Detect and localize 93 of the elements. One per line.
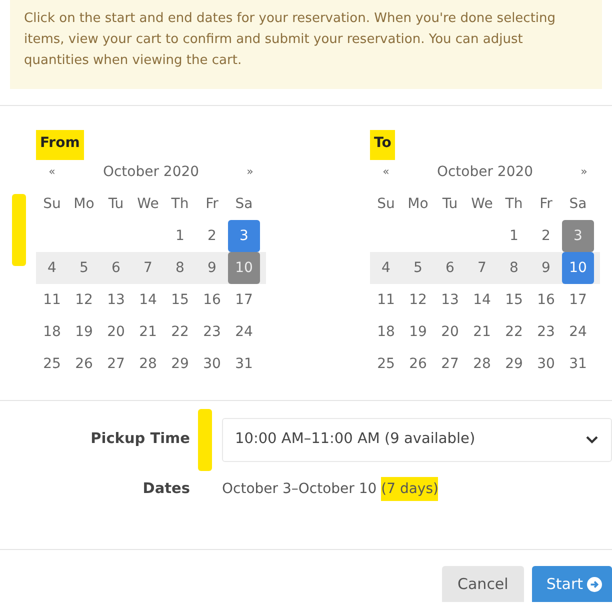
weekday-label: Tu	[441, 194, 459, 214]
calendar-day[interactable]: 1	[164, 220, 196, 252]
calendar-day[interactable]: 27	[434, 348, 466, 380]
calendar-day[interactable]: 6	[100, 252, 132, 284]
calendar-day[interactable]: 17	[228, 284, 260, 316]
chevron-down-icon	[585, 435, 599, 445]
weekday-label: Tu	[107, 194, 125, 214]
calendar-day[interactable]: 18	[370, 316, 402, 348]
weekday-label: Fr	[538, 194, 554, 214]
calendar-label: To	[370, 130, 396, 160]
calendar-day[interactable]: 13	[434, 284, 466, 316]
calendar-day[interactable]: 9	[196, 252, 228, 284]
calendar-day[interactable]: 8	[498, 252, 530, 284]
weekday-label: Sa	[568, 194, 588, 214]
calendar-day[interactable]: 17	[562, 284, 594, 316]
notice-text: Click on the start and end dates for your reservation. When you're done selecting items, view your cart to confirm and submit your reservation. You can adjust quantities when viewing the cart.	[10, 0, 602, 89]
weekday-label: We	[470, 194, 494, 214]
calendar-day[interactable]: 14	[132, 284, 164, 316]
calendar-day[interactable]: 30	[196, 348, 228, 380]
dates-value: October 3–October 10 (7 days)	[222, 479, 438, 500]
next-month-link[interactable]: »	[234, 156, 266, 188]
calendar-label: From	[36, 130, 84, 160]
calendar-day[interactable]: 1	[498, 220, 530, 252]
calendar-day[interactable]: 25	[36, 348, 68, 380]
calendar-day[interactable]: 7	[132, 252, 164, 284]
calendar-day[interactable]: 11	[36, 284, 68, 316]
calendar-day[interactable]: 28	[466, 348, 498, 380]
pickup-time-select[interactable]: 10:00 AM–11:00 AM (9 available)	[222, 418, 612, 462]
calendar-day[interactable]: 21	[132, 316, 164, 348]
weekday-label: Su	[42, 194, 62, 214]
calendar-day[interactable]: 21	[466, 316, 498, 348]
cancel-button[interactable]: Cancel	[442, 566, 524, 602]
field-label: Dates	[142, 480, 190, 499]
calendar-day[interactable]: 2	[196, 220, 228, 252]
calendar-day[interactable]: 15	[498, 284, 530, 316]
calendar-day[interactable]: 4	[36, 252, 68, 284]
calendar-day[interactable]: 23	[196, 316, 228, 348]
calendar-day[interactable]: 12	[402, 284, 434, 316]
calendar-day[interactable]: 19	[402, 316, 434, 348]
calendar-day[interactable]: 18	[36, 316, 68, 348]
weekday-label: Th	[170, 194, 190, 214]
calendar-day[interactable]: 4	[370, 252, 402, 284]
weekday-label: Fr	[204, 194, 220, 214]
weekday-label: Mo	[406, 194, 430, 214]
calendar-day[interactable]: 2	[530, 220, 562, 252]
calendar-day[interactable]: 5	[402, 252, 434, 284]
arrow-circle-icon	[587, 576, 602, 592]
calendar-day[interactable]: 19	[68, 316, 100, 348]
calendar-day[interactable]: 15	[164, 284, 196, 316]
weekday-label: Sa	[234, 194, 254, 214]
calendar-day[interactable]: 26	[68, 348, 100, 380]
weekday-label: Th	[504, 194, 524, 214]
calendar-day[interactable]: 10	[228, 252, 260, 284]
calendar-day[interactable]: 28	[132, 348, 164, 380]
weekday-label: Mo	[72, 194, 96, 214]
calendar-day[interactable]: 8	[164, 252, 196, 284]
calendar-day[interactable]: 24	[228, 316, 260, 348]
highlighter-stroke	[12, 194, 26, 266]
calendar-day[interactable]: 13	[100, 284, 132, 316]
field-label: Pickup Time	[90, 430, 190, 450]
calendar-day[interactable]: 9	[530, 252, 562, 284]
calendar-day[interactable]: 11	[370, 284, 402, 316]
weekday-label: We	[136, 194, 160, 214]
calendar-day[interactable]: 3	[228, 220, 260, 252]
calendar-day[interactable]: 31	[228, 348, 260, 380]
calendar-day[interactable]: 29	[498, 348, 530, 380]
calendar-day[interactable]: 23	[530, 316, 562, 348]
calendar-day[interactable]: 26	[402, 348, 434, 380]
calendar-day[interactable]: 12	[68, 284, 100, 316]
calendar-day[interactable]: 20	[434, 316, 466, 348]
calendar-day[interactable]: 10	[562, 252, 594, 284]
calendar-day[interactable]: 20	[100, 316, 132, 348]
calendar-day[interactable]: 22	[164, 316, 196, 348]
calendar-day[interactable]: 5	[68, 252, 100, 284]
calendar-day[interactable]: 16	[530, 284, 562, 316]
highlighter-stroke	[198, 409, 212, 471]
month-title[interactable]: October 2020	[402, 162, 568, 182]
calendar-day[interactable]: 16	[196, 284, 228, 316]
next-month-link[interactable]: »	[568, 156, 600, 188]
calendar-day[interactable]: 24	[562, 316, 594, 348]
calendar-day[interactable]: 6	[434, 252, 466, 284]
calendar-day[interactable]: 14	[466, 284, 498, 316]
month-title[interactable]: October 2020	[68, 162, 234, 182]
calendar-day[interactable]: 22	[498, 316, 530, 348]
calendar-day[interactable]: 30	[530, 348, 562, 380]
calendar-day[interactable]: 31	[562, 348, 594, 380]
calendar-day[interactable]: 27	[100, 348, 132, 380]
start-button[interactable]: Start	[532, 566, 612, 602]
calendar-day[interactable]: 25	[370, 348, 402, 380]
weekday-label: Su	[376, 194, 396, 214]
calendar-day[interactable]: 29	[164, 348, 196, 380]
calendar-day[interactable]: 3	[562, 220, 594, 252]
calendar-day[interactable]: 7	[466, 252, 498, 284]
